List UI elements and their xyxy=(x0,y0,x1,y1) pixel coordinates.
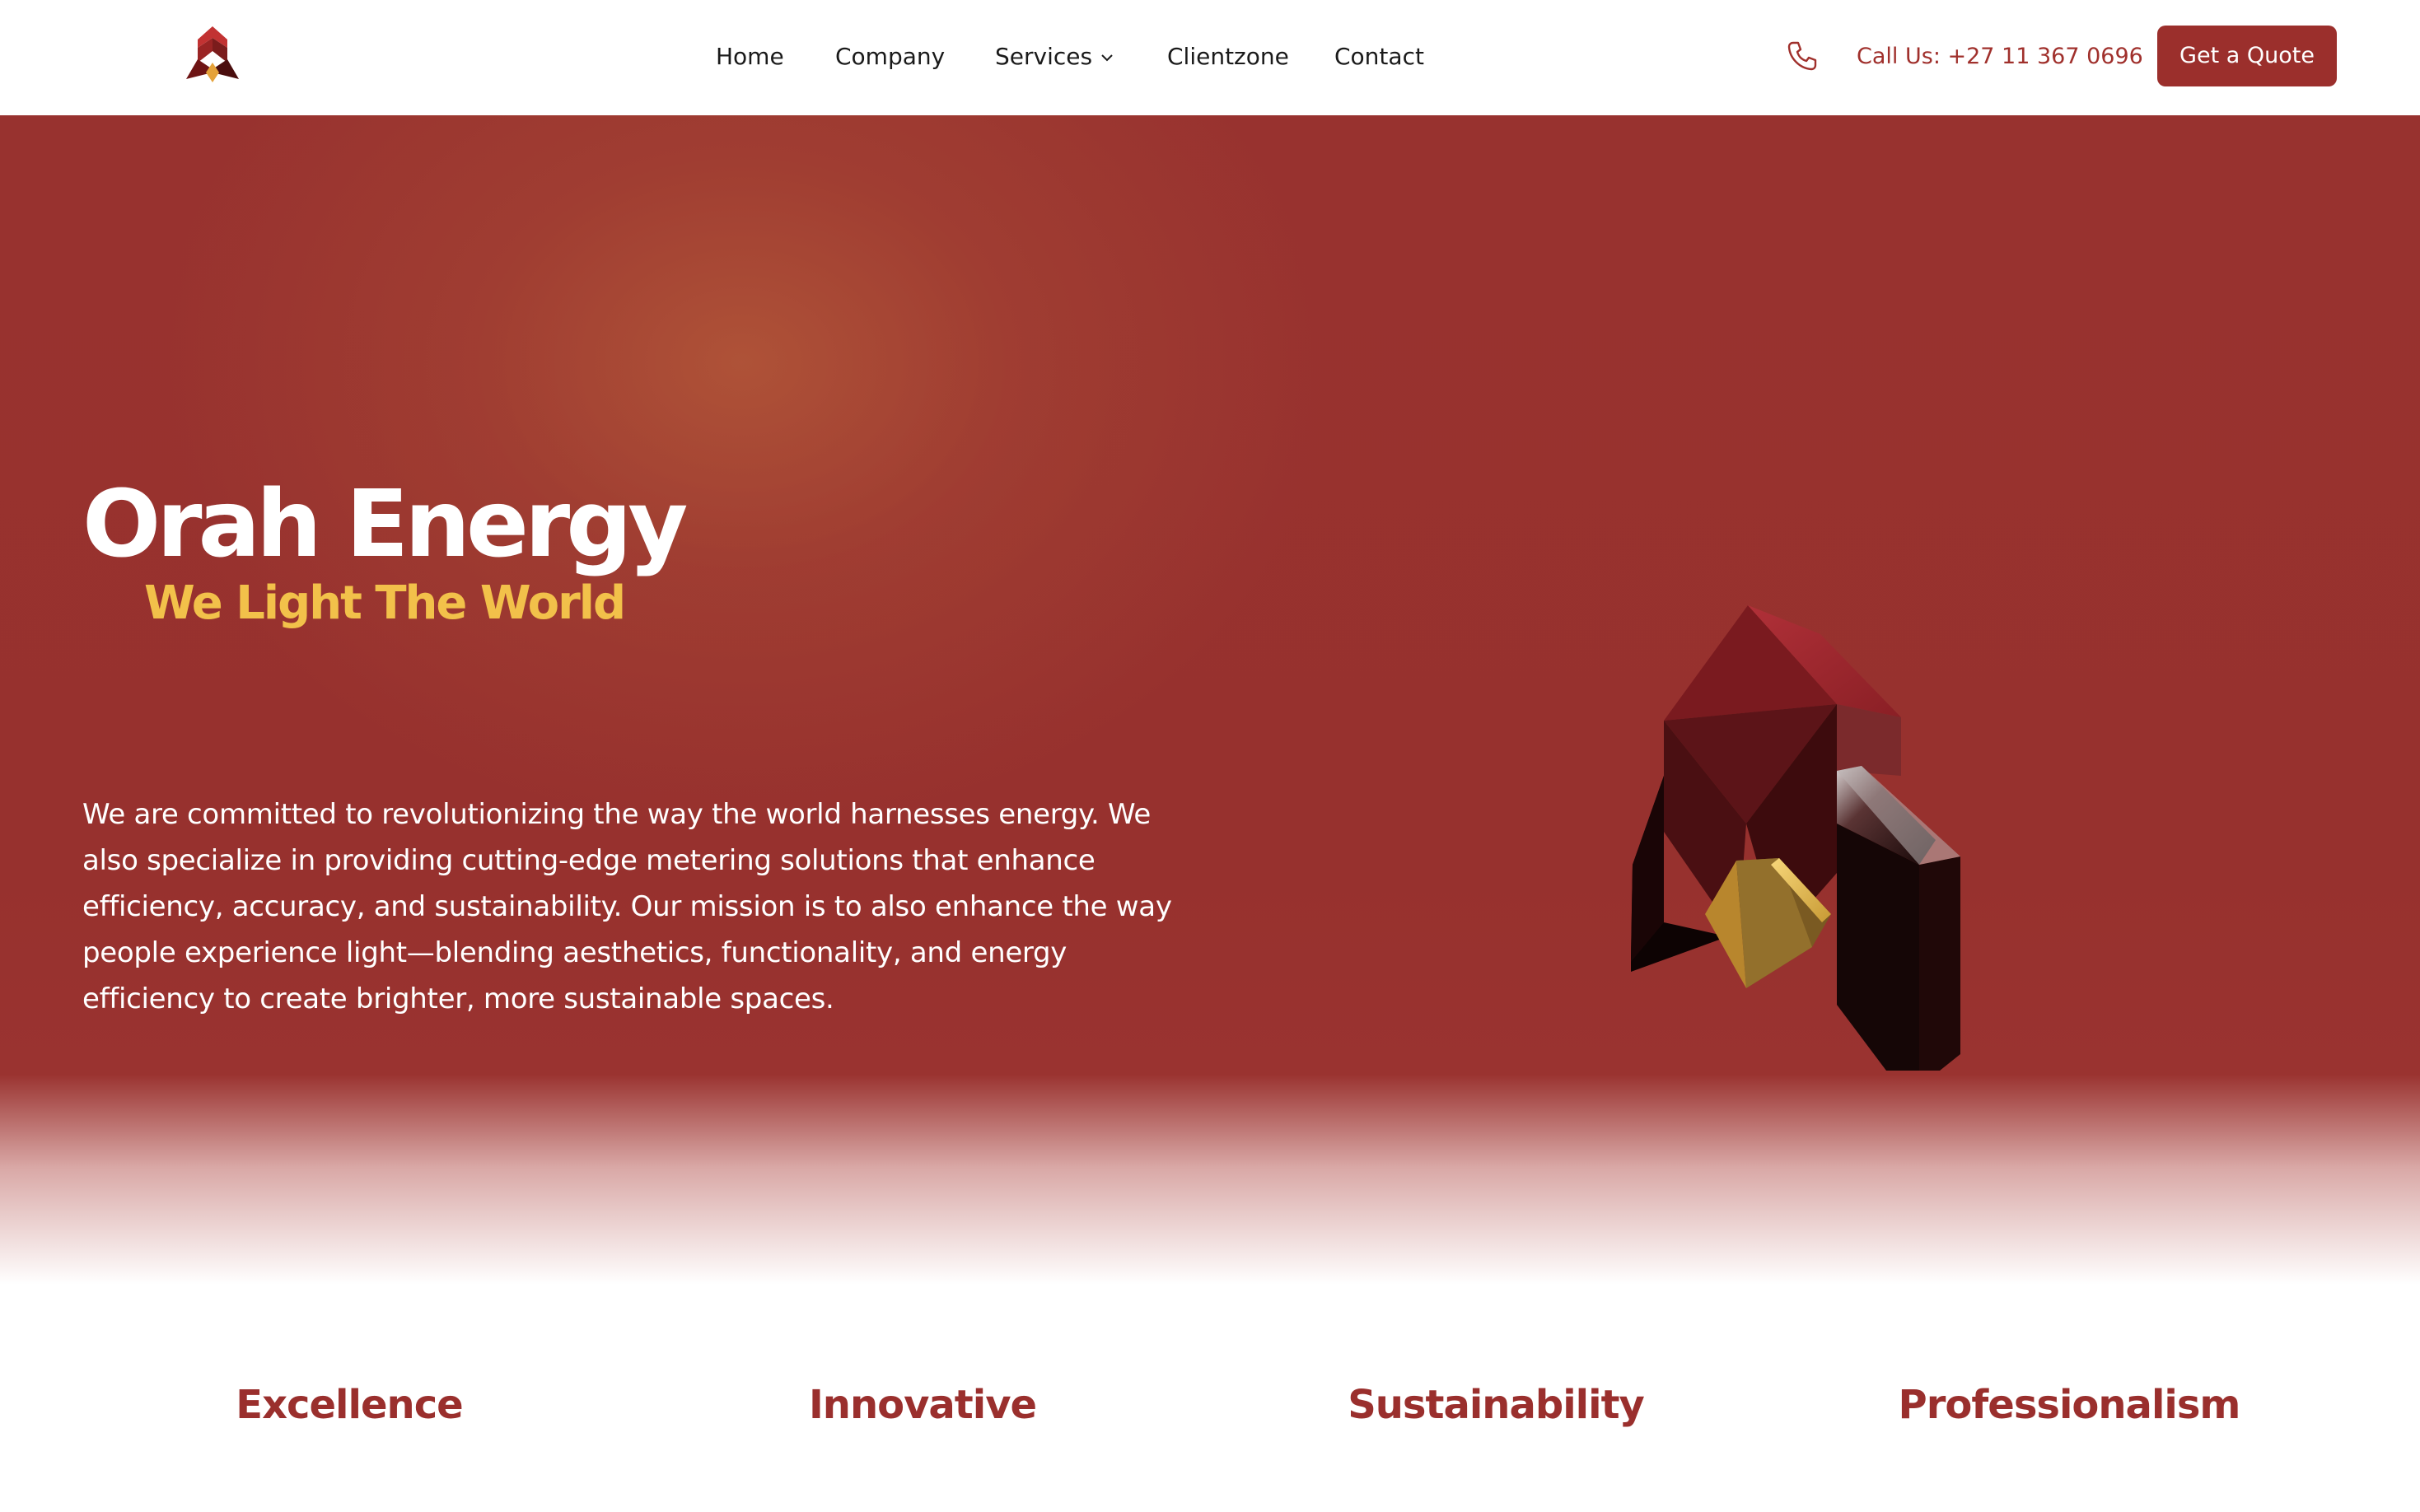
hero-subtitle: We Light The World xyxy=(144,576,626,630)
hero-description: We are committed to revolutionizing the … xyxy=(82,798,1172,1015)
nav-services-label: Services xyxy=(995,43,1093,70)
nav-clientzone[interactable]: Clientzone xyxy=(1167,40,1289,74)
phone-icon xyxy=(1787,41,1817,71)
call-us-link[interactable]: Call Us: +27 11 367 0696 xyxy=(1857,40,2143,74)
nav-services[interactable]: Services xyxy=(995,40,1114,74)
nav-company[interactable]: Company xyxy=(835,40,945,74)
site-header: Home Company Services Clientzone Contact… xyxy=(0,0,2420,115)
hero-section: Orah Energy We Light The World We are co… xyxy=(0,115,2420,1285)
value-innovative: Innovative xyxy=(808,1382,1037,1428)
value-excellence: Excellence xyxy=(236,1382,463,1428)
page: Home Company Services Clientzone Contact… xyxy=(0,0,2420,1512)
3d-logo-emblem-icon xyxy=(1631,605,1960,1071)
get-a-quote-button[interactable]: Get a Quote xyxy=(2157,26,2337,86)
chevron-down-icon xyxy=(1101,54,1113,62)
nav-contact[interactable]: Contact xyxy=(1334,40,1424,74)
value-professionalism: Professionalism xyxy=(1898,1382,2241,1428)
nav-home[interactable]: Home xyxy=(716,40,784,74)
orah-energy-logo-icon[interactable] xyxy=(185,26,241,86)
value-sustainability: Sustainability xyxy=(1348,1382,1645,1428)
hero-title: Orah Energy xyxy=(82,471,688,578)
